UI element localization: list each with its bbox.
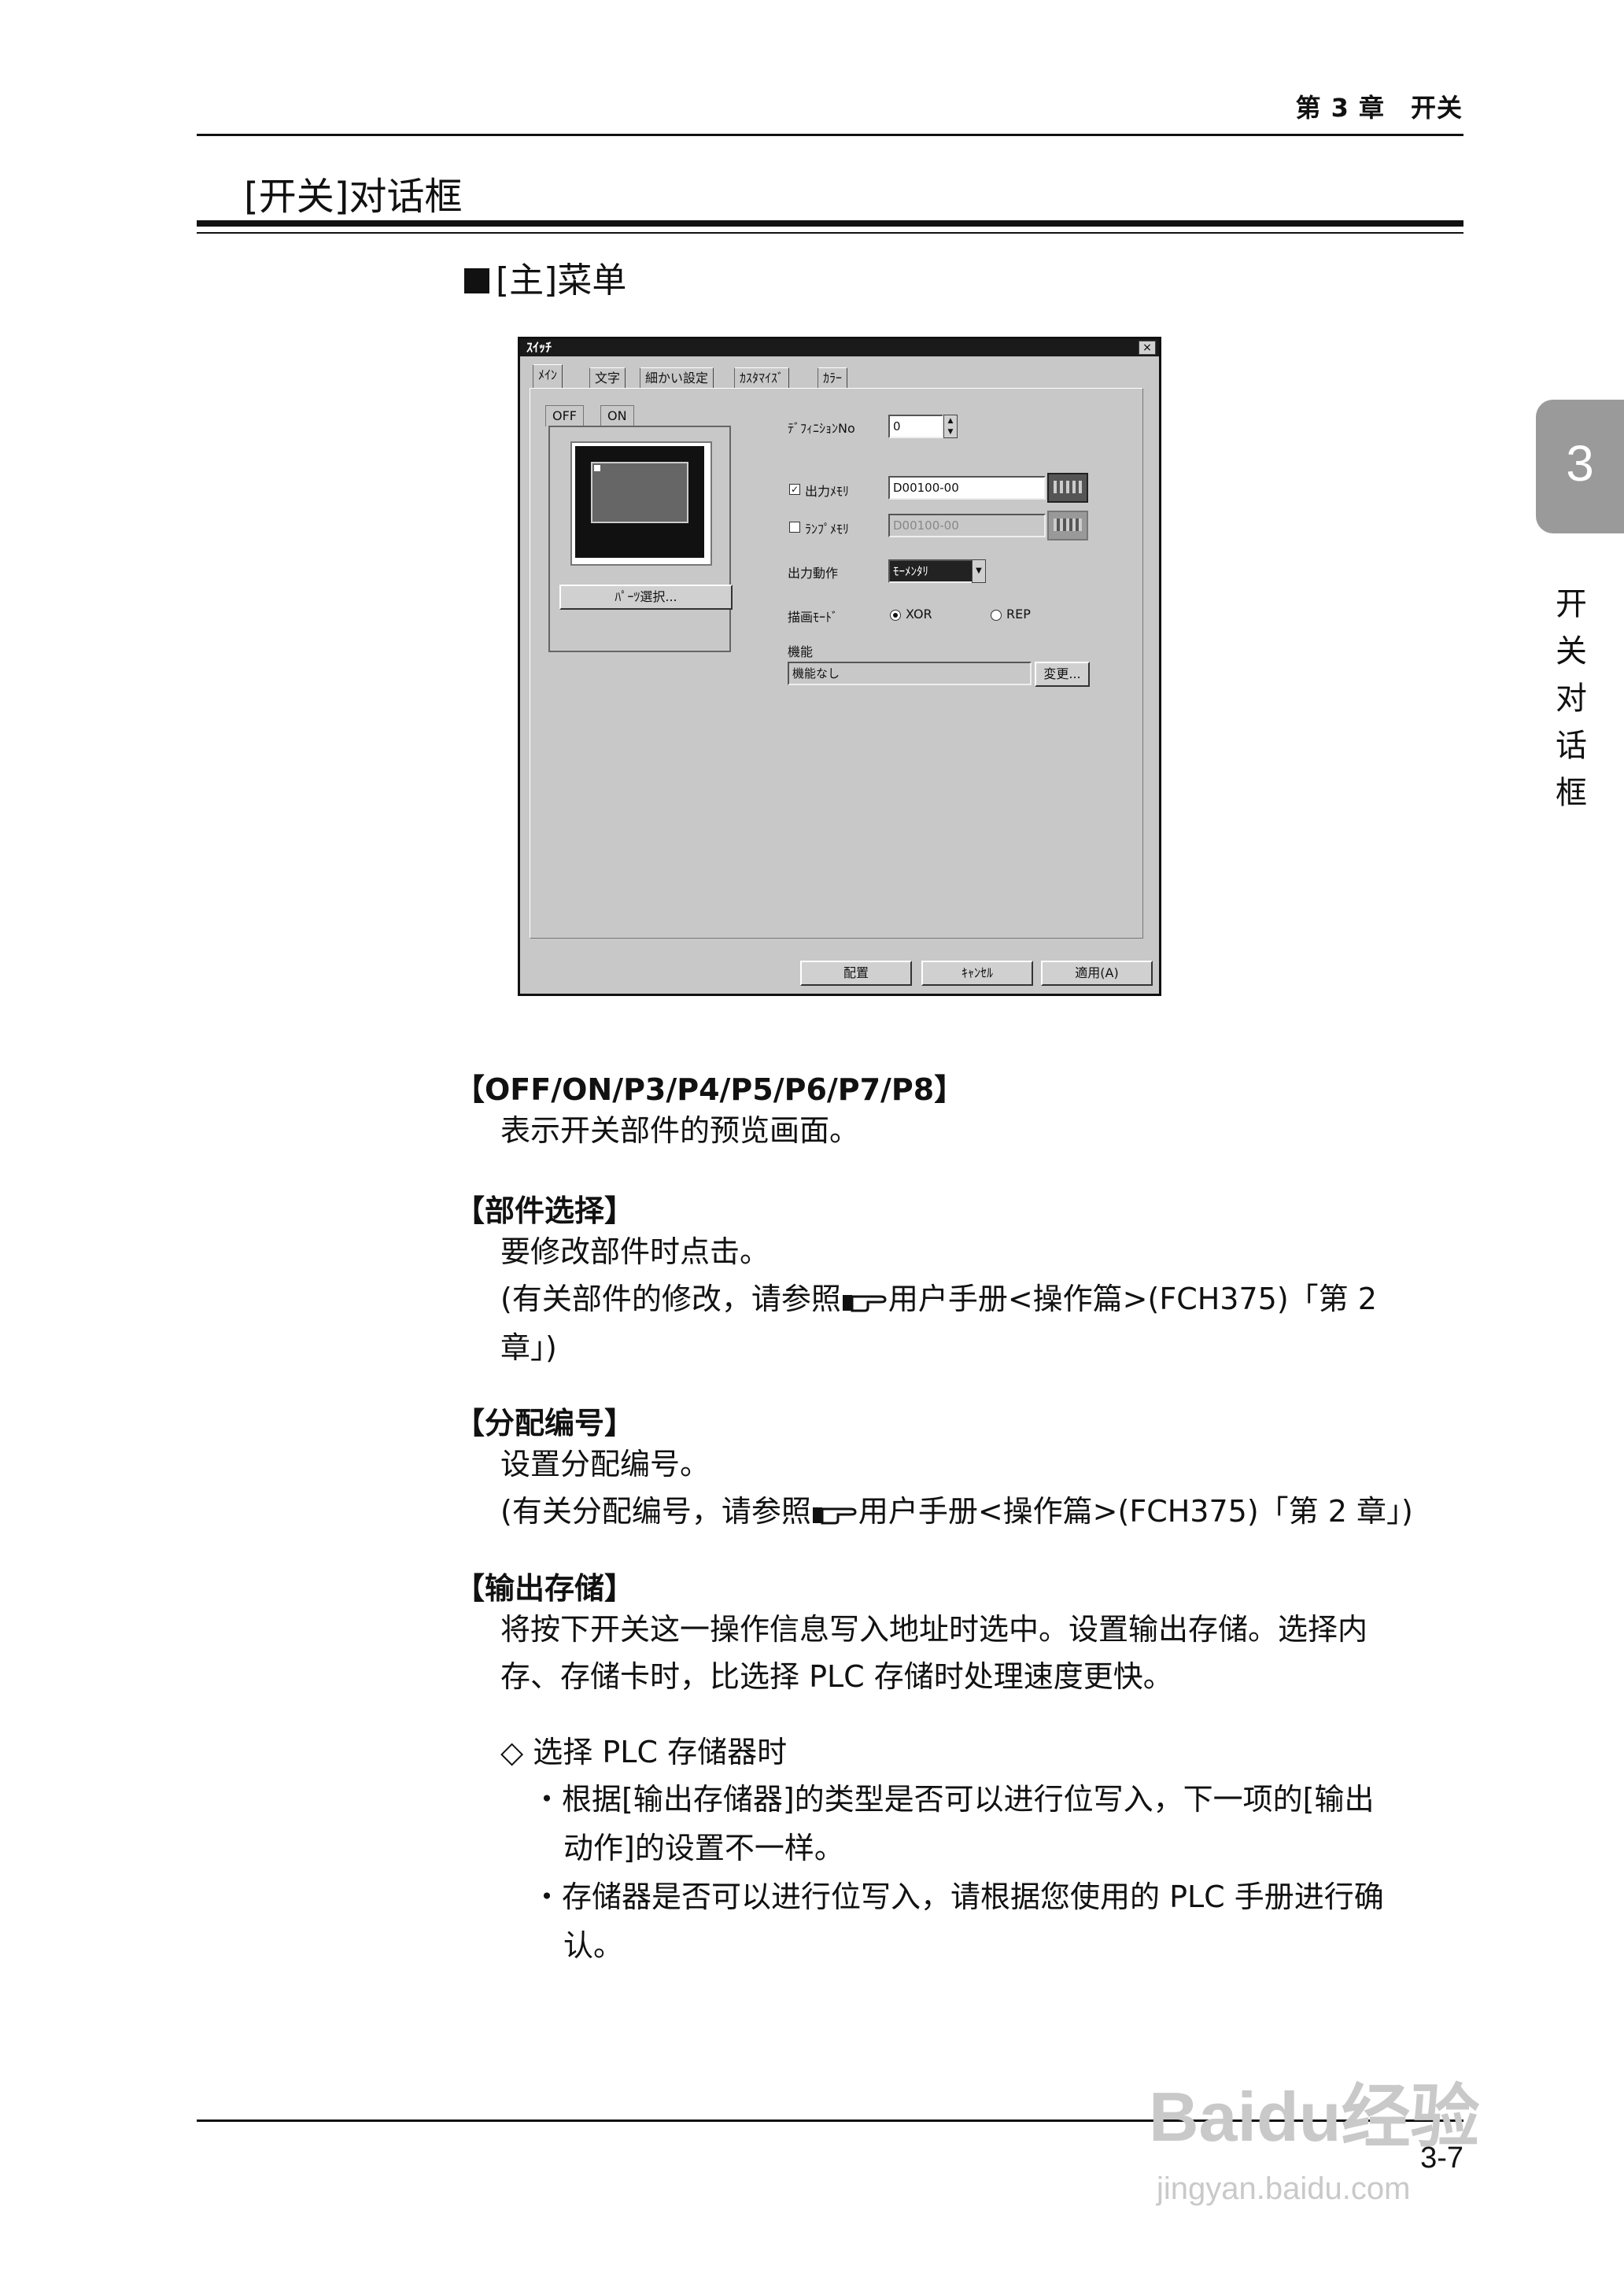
subnote-bullet-2-line-1: ・存储器是否可以进行位写入，请根据您使用的 PLC 手册进行确 — [532, 1880, 1384, 1914]
tab-customize[interactable]: ｶｽﾀﾏｲｽﾞ — [734, 367, 790, 389]
header-rule — [197, 134, 1463, 136]
bullet-dot-icon: ・ — [532, 1880, 563, 1914]
tab-main[interactable]: ﾒｲﾝ — [533, 364, 563, 389]
bullet-dot-icon: ・ — [532, 1782, 563, 1817]
definition-no-spinner[interactable]: ▲ ▼ — [943, 415, 958, 438]
square-bullet-icon — [464, 268, 489, 293]
switch-dialog: ｽｲｯﾁ × ﾒｲﾝ 文字 細かい設定 ｶｽﾀﾏｲｽﾞ ｶﾗｰ OFF ON ﾊ… — [518, 337, 1161, 996]
watermark-url: jingyan.baidu.com — [1157, 2171, 1411, 2206]
apply-button[interactable]: 適用(A) — [1041, 961, 1153, 986]
tab-color[interactable]: ｶﾗｰ — [818, 367, 848, 389]
section-rule-thin — [197, 232, 1463, 234]
function-display: 機能なし — [788, 662, 1032, 685]
pointing-hand-icon — [812, 1507, 857, 1525]
dialog-titlebar: ｽｲｯﾁ × — [520, 339, 1159, 356]
draw-mode-xor-radio[interactable] — [890, 610, 901, 621]
tab-text[interactable]: 文字 — [589, 367, 626, 389]
pointing-hand-icon — [842, 1295, 887, 1312]
entry-text-assign-number-2: (有关分配编号，请参照 用户手册<操作篇>(FCH375)「第 2 章」) — [500, 1494, 1413, 1529]
close-button[interactable]: × — [1139, 341, 1156, 355]
draw-mode-rep-label: REP — [1006, 607, 1031, 622]
entry-text-assign-number-1: 设置分配编号。 — [500, 1447, 710, 1481]
lamp-memory-keypad-icon[interactable] — [1047, 511, 1088, 540]
entry-text-parts-select-2: (有关部件的修改，请参照 用户手册<操作篇>(FCH375)「第 2 — [500, 1282, 1377, 1316]
entry-text-parts-select-3: 章」) — [500, 1330, 557, 1365]
entry-title-output-memory: 【输出存储】 — [455, 1571, 635, 1606]
running-header: 第 3 章 开关 — [1295, 93, 1463, 123]
subsection-title-text: [主]菜单 — [496, 260, 627, 301]
output-memory-keypad-icon[interactable] — [1047, 473, 1088, 503]
subnote-title: ◇ 选择 PLC 存储器时 — [500, 1735, 788, 1769]
preview-marker — [594, 465, 600, 471]
output-action-select[interactable]: ﾓｰﾒﾝﾀﾘ — [888, 559, 975, 583]
subnote-bullet-1-line-2: 动作]的设置不一样。 — [563, 1831, 844, 1865]
chapter-number: 3 — [1566, 435, 1594, 492]
chevron-down-icon[interactable]: ▼ — [972, 559, 986, 583]
output-memory-label: 出力ﾒﾓﾘ — [805, 484, 850, 499]
state-tab-off[interactable]: OFF — [545, 405, 584, 426]
definition-no-label: ﾃﾞﾌｨﾆｼｮﾝNo — [788, 421, 855, 436]
output-memory-input[interactable]: D00100-00 — [888, 476, 1046, 500]
parts-select-button[interactable]: ﾊﾟｰﾂ選択... — [559, 585, 733, 610]
function-change-button[interactable]: 変更... — [1035, 662, 1090, 687]
definition-no-input[interactable]: 0 — [888, 415, 943, 438]
draw-mode-xor-label: XOR — [906, 607, 932, 622]
draw-mode-label: 描画ﾓｰﾄﾞ — [788, 610, 839, 625]
draw-mode-rep-radio[interactable] — [991, 610, 1002, 621]
section-title: [开关]对话框 — [244, 175, 463, 219]
state-tab-on[interactable]: ON — [600, 405, 634, 426]
entry-text-preview: 表示开关部件的预览画面。 — [500, 1113, 860, 1148]
output-action-label: 出力動作 — [788, 566, 839, 581]
entry-text-parts-select-1: 要修改部件时点击。 — [500, 1234, 770, 1269]
entry-text-output-memory-1: 将按下开关这一操作信息写入地址时选中。设置输出存储。选择内 — [500, 1612, 1368, 1647]
entry-title-assign-number: 【分配编号】 — [455, 1406, 635, 1441]
cancel-button[interactable]: ｷｬﾝｾﾙ — [921, 961, 1033, 986]
place-button[interactable]: 配置 — [800, 961, 912, 986]
lamp-memory-checkbox[interactable] — [789, 522, 800, 533]
subsection-title: [主]菜单 — [464, 252, 626, 302]
entry-text-output-memory-2: 存、存储卡时，比选择 PLC 存储时处理速度更快。 — [500, 1659, 1173, 1694]
entry-title-preview: 【OFF/ON/P3/P4/P5/P6/P7/P8】 — [455, 1072, 965, 1107]
preview-part-shape — [591, 462, 688, 523]
lamp-memory-input[interactable]: D00100-00 — [888, 514, 1046, 537]
subnote-bullet-2-line-2: 认。 — [563, 1928, 624, 1963]
output-memory-checkbox[interactable]: ✓ — [789, 484, 800, 495]
subnote-bullet-1-line-1: ・根据[输出存储器]的类型是否可以进行位写入，下一项的[输出 — [532, 1782, 1375, 1817]
tab-detail-settings[interactable]: 細かい設定 — [640, 367, 714, 389]
dialog-title: ｽｲｯﾁ — [526, 340, 552, 355]
entry-title-parts-select: 【部件选择】 — [455, 1193, 635, 1228]
page-number: 3-7 — [1420, 2142, 1463, 2175]
chapter-vertical-title: 开关对话框 — [1556, 586, 1587, 811]
section-rule-thick — [197, 220, 1463, 227]
function-label: 機能 — [788, 644, 814, 659]
lamp-memory-label: ﾗﾝﾌﾟﾒﾓﾘ — [805, 522, 850, 537]
